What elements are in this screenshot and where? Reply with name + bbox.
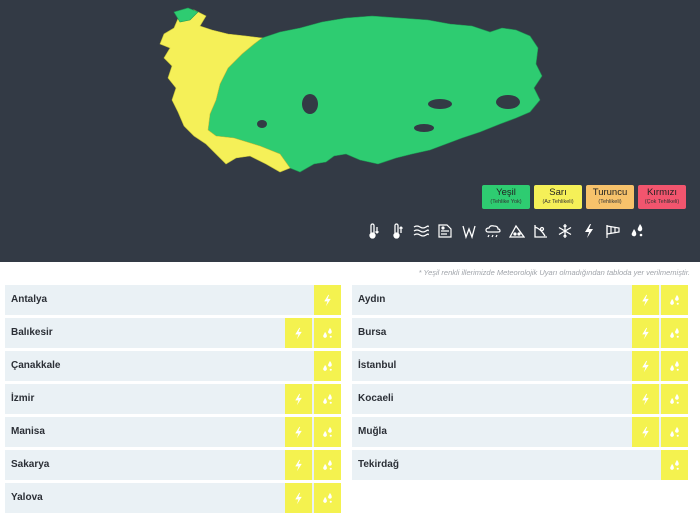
lake-beysehir	[257, 120, 267, 128]
province-row[interactable]: Sakarya	[5, 450, 341, 480]
province-row[interactable]: Tekirdağ	[352, 450, 688, 480]
heavy-rain-warning-icon[interactable]	[661, 285, 688, 315]
warning-list-right: Aydın Bursa İstanbul Kocaeli Muğla Tekirdağ	[352, 285, 688, 483]
legend-yellow: Sarı (Az Tehlikeli)	[534, 185, 582, 209]
province-name[interactable]: İstanbul	[352, 351, 630, 381]
heavy-rain-warning-icon[interactable]	[661, 384, 688, 414]
thunderstorm-warning-icon[interactable]	[285, 384, 312, 414]
province-row[interactable]: Çanakkale	[5, 351, 341, 381]
cold-icon[interactable]	[364, 222, 382, 240]
province-name[interactable]: Balıkesir	[5, 318, 283, 348]
thunderstorm-warning-icon[interactable]	[632, 318, 659, 348]
heat-icon[interactable]	[388, 222, 406, 240]
province-name[interactable]: Tekirdağ	[352, 450, 659, 480]
lake-ataturk	[414, 124, 434, 132]
legend-red: Kırmızı (Çok Tehlikeli)	[638, 185, 686, 209]
warning-list-left: Antalya Balıkesir Çanakkale İzmir Manisa Saka…	[5, 285, 341, 516]
rain-snow-icon[interactable]	[484, 222, 502, 240]
province-name[interactable]: Sakarya	[5, 450, 283, 480]
lake-tuz	[302, 94, 318, 114]
thunderstorm-warning-icon[interactable]	[285, 318, 312, 348]
legend-orange-label: Turuncu	[592, 187, 628, 198]
turkey-warning-map[interactable]	[150, 4, 560, 176]
hazard-icon-bar	[364, 222, 646, 240]
warning-legend: Yeşil (Tehlike Yok) Sarı (Az Tehlikeli) …	[482, 185, 686, 209]
windsock-icon[interactable]	[604, 222, 622, 240]
heavy-rain-warning-icon[interactable]	[661, 417, 688, 447]
heavy-rain-warning-icon[interactable]	[661, 351, 688, 381]
province-name[interactable]: Kocaeli	[352, 384, 630, 414]
province-row[interactable]: İzmir	[5, 384, 341, 414]
province-name[interactable]: Bursa	[352, 318, 630, 348]
map-panel: Yeşil (Tehlike Yok) Sarı (Az Tehlikeli) …	[0, 0, 700, 262]
thunderstorm-warning-icon[interactable]	[285, 417, 312, 447]
province-name[interactable]: İzmir	[5, 384, 283, 414]
heavy-rain-warning-icon[interactable]	[314, 483, 341, 513]
heavy-rain-warning-icon[interactable]	[314, 351, 341, 381]
dust-icon[interactable]	[436, 222, 454, 240]
lake-van	[496, 95, 520, 109]
heavy-rain-warning-icon[interactable]	[314, 450, 341, 480]
province-row[interactable]: Kocaeli	[352, 384, 688, 414]
snow-icon[interactable]	[556, 222, 574, 240]
heavy-rain-warning-icon[interactable]	[314, 384, 341, 414]
legend-orange-sub: (Tehlikeli)	[598, 198, 622, 205]
province-name[interactable]: Aydın	[352, 285, 630, 315]
thunderstorm-warning-icon[interactable]	[632, 417, 659, 447]
province-name[interactable]: Muğla	[352, 417, 630, 447]
heavy-rain-warning-icon[interactable]	[314, 318, 341, 348]
province-row[interactable]: Balıkesir	[5, 318, 341, 348]
thunderstorm-warning-icon[interactable]	[632, 351, 659, 381]
thunderstorm-warning-icon[interactable]	[632, 285, 659, 315]
legend-yellow-label: Sarı	[549, 187, 567, 198]
legend-green-sub: (Tehlike Yok)	[490, 198, 522, 205]
lake-keban	[428, 99, 452, 109]
province-name[interactable]: Çanakkale	[5, 351, 312, 381]
legend-green: Yeşil (Tehlike Yok)	[482, 185, 530, 209]
fog-icon[interactable]	[412, 222, 430, 240]
province-row[interactable]: Yalova	[5, 483, 341, 513]
thunderstorm-warning-icon[interactable]	[285, 483, 312, 513]
thunderstorm-warning-icon[interactable]	[632, 384, 659, 414]
province-row[interactable]: İstanbul	[352, 351, 688, 381]
heavy-rain-warning-icon[interactable]	[661, 450, 688, 480]
legend-yellow-sub: (Az Tehlikeli)	[542, 198, 574, 205]
legend-orange: Turuncu (Tehlikeli)	[586, 185, 634, 209]
thunderstorm-icon[interactable]	[580, 222, 598, 240]
province-row[interactable]: Muğla	[352, 417, 688, 447]
heavy-rain-warning-icon[interactable]	[661, 318, 688, 348]
heavy-rain-warning-icon[interactable]	[314, 417, 341, 447]
footnote: * Yeşil renkli illerimizde Meteorolojik …	[418, 268, 690, 277]
landslide-icon[interactable]	[532, 222, 550, 240]
province-row[interactable]: Bursa	[352, 318, 688, 348]
province-row[interactable]: Antalya	[5, 285, 341, 315]
thunderstorm-warning-icon[interactable]	[285, 450, 312, 480]
province-name[interactable]: Antalya	[5, 285, 312, 315]
legend-red-sub: (Çok Tehlikeli)	[644, 198, 680, 205]
wind-icon[interactable]	[460, 222, 478, 240]
province-row[interactable]: Aydın	[352, 285, 688, 315]
heavy-rain-icon[interactable]	[628, 222, 646, 240]
legend-red-label: Kırmızı	[646, 187, 678, 198]
legend-green-label: Yeşil	[496, 187, 516, 198]
province-row[interactable]: Manisa	[5, 417, 341, 447]
avalanche-icon[interactable]	[508, 222, 526, 240]
thunderstorm-warning-icon[interactable]	[314, 285, 341, 315]
province-name[interactable]: Manisa	[5, 417, 283, 447]
province-name[interactable]: Yalova	[5, 483, 283, 513]
